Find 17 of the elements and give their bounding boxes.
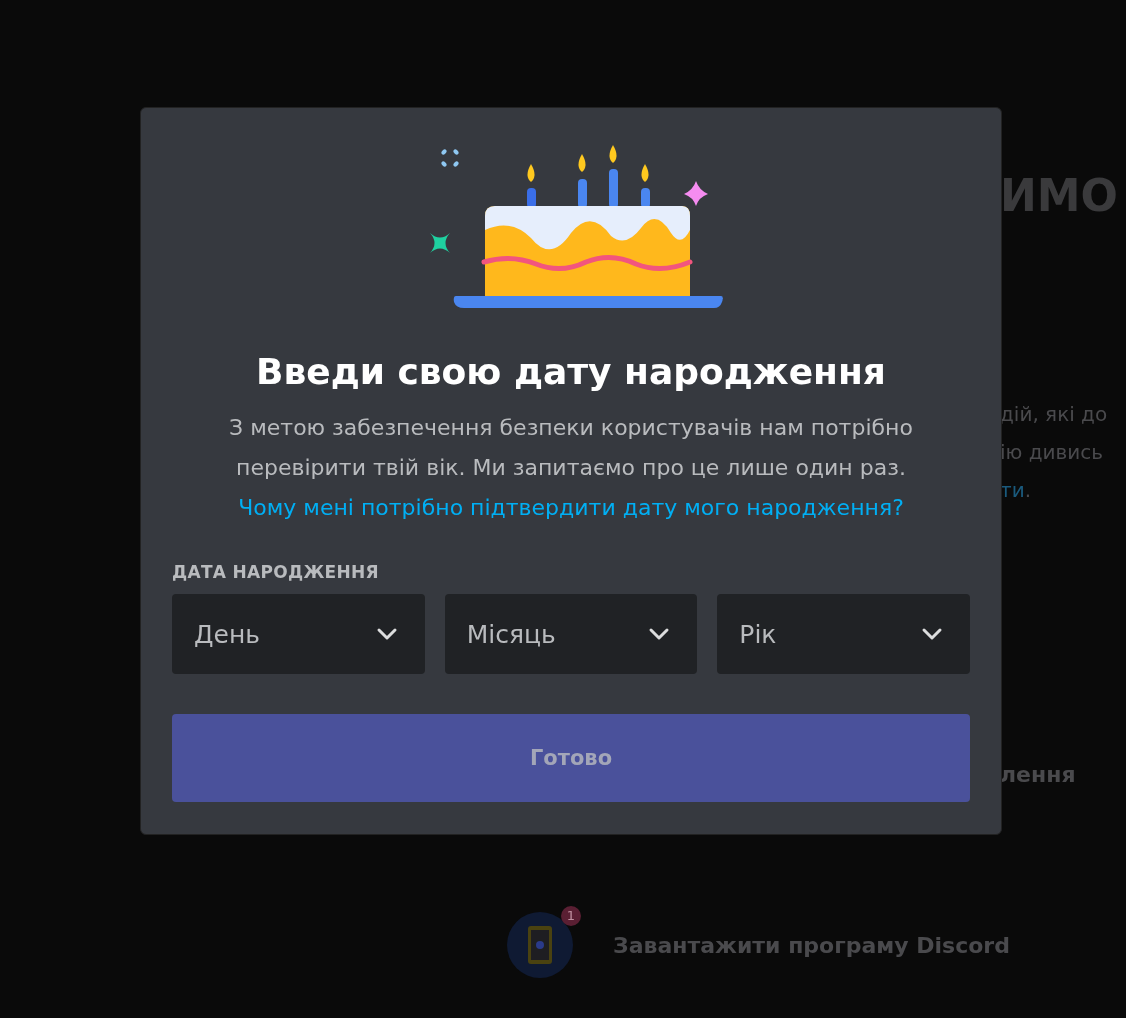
date-dropdown[interactable]: Рік [717,594,970,674]
phone-icon[interactable] [507,912,573,978]
text-fragment: ію дивись [1000,440,1104,464]
sparkle-icon [684,181,708,206]
sparkle-icon [441,149,459,167]
link[interactable]: ти [1000,478,1025,502]
sparkle-icon [430,233,450,253]
text-fragment: дій, які до [1000,402,1108,426]
description: З метою забезпечення безпеки користувачів нам потрібно перевірити твій вік. Ми запитаємо про це лише один раз. Чому мені потрібно підтвердити дату мого народження? [228,414,914,522]
notification-badge: 1 [561,906,581,926]
date-dropdown[interactable]: Місяць [444,594,698,674]
field-label: ДАТА НАРОДЖЕННЯ [172,562,380,582]
date-dropdown[interactable]: День [172,594,425,674]
section-label: лення [1000,762,1077,787]
text-fragment: . [1024,478,1031,502]
dialog-title: Введи свою дату народження [256,350,886,394]
help-link[interactable]: Чому мені потрібно підтвердити дату мого народження? [238,495,904,520]
